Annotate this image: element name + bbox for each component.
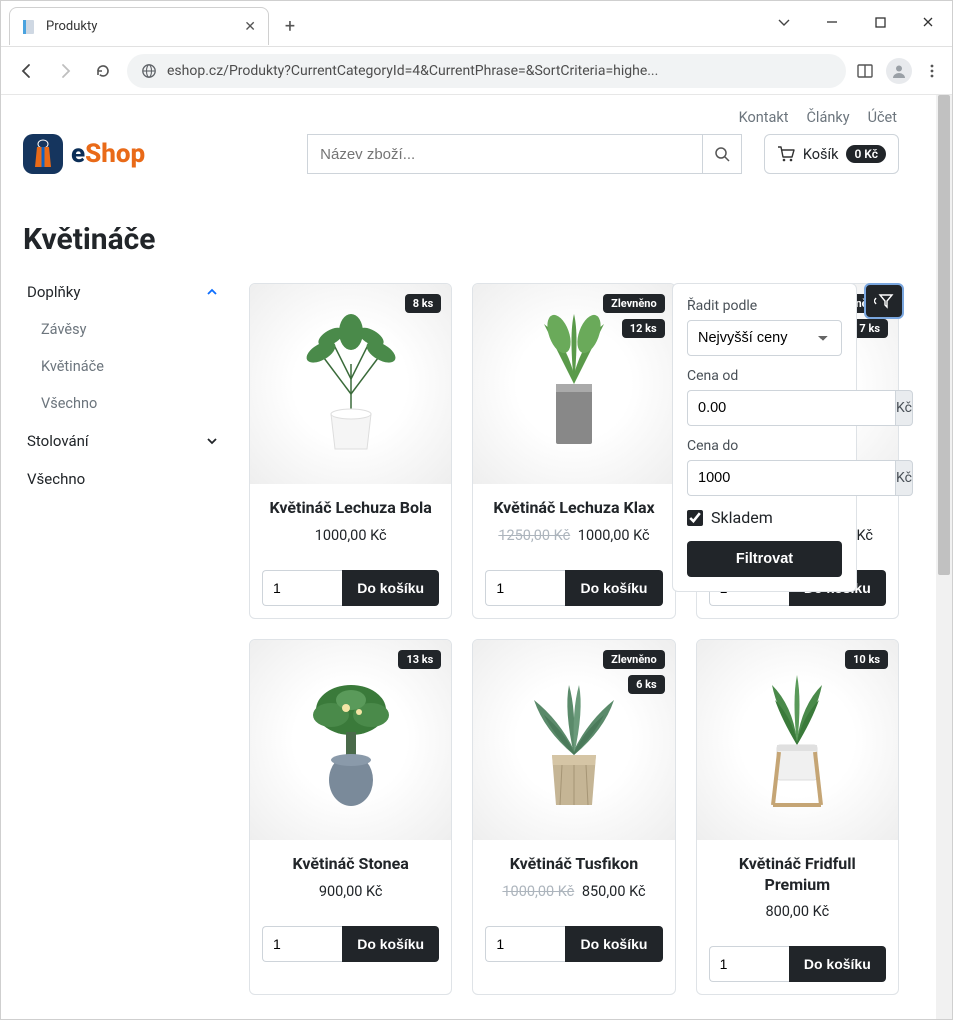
product-card[interactable]: Zlevněno6 ksKvětináč Tusfikon1000,00 Kč … xyxy=(472,639,675,996)
kebab-menu-icon[interactable] xyxy=(924,63,940,79)
nav-kontakt[interactable]: Kontakt xyxy=(739,109,789,126)
add-to-cart-button[interactable]: Do košíku xyxy=(342,926,439,962)
product-card[interactable]: 10 ks Květináč Fridfull Premium 800,00 Kč D… xyxy=(696,639,899,996)
quantity-input[interactable] xyxy=(262,570,342,606)
stock-badge: 12 ks xyxy=(622,319,665,338)
window-close-icon[interactable] xyxy=(910,7,946,37)
price: 800,00 Kč xyxy=(765,903,829,920)
old-price: 1250,00 Kč xyxy=(498,527,570,544)
sidebar-cat-stolovani[interactable]: Stolování xyxy=(23,422,223,460)
product-image: 10 ks xyxy=(697,640,898,840)
price-from-label: Cena od xyxy=(687,368,842,384)
stock-badge: 10 ks xyxy=(845,650,888,669)
url-field[interactable]: eshop.cz/Produkty?CurrentCategoryId=4&Cu… xyxy=(127,54,846,88)
nav-back-button[interactable] xyxy=(13,57,41,85)
cart-amount-badge: 0 Kč xyxy=(846,145,886,163)
cart-icon xyxy=(777,146,795,162)
price-from-input[interactable] xyxy=(687,390,895,426)
profile-avatar-icon[interactable] xyxy=(886,58,912,84)
top-nav: Kontakt Články Účet xyxy=(23,95,899,126)
product-name: Květináč Tusfikon xyxy=(485,854,662,875)
browser-tab[interactable]: Produkty ✕ xyxy=(9,7,269,45)
add-to-cart-button[interactable]: Do košíku xyxy=(565,570,662,606)
logo-icon xyxy=(23,134,63,174)
nav-clanky[interactable]: Články xyxy=(806,109,849,126)
product-name: Květináč Stonea xyxy=(262,854,439,875)
product-card[interactable]: Zlevněno 12 ks Květináč Lechuza Klax 1250,0… xyxy=(472,283,675,619)
product-card[interactable]: 13 ks Květináč Stonea 900,00 Kč Do košíku xyxy=(249,639,452,996)
stock-badge: 6 ks xyxy=(628,675,665,694)
nav-reload-button[interactable] xyxy=(89,57,117,85)
filter-panel: Řadit podle Nejvyšší ceny Cena od Kč Cen… xyxy=(672,283,857,592)
sidebar-sub-zavesy[interactable]: Závěsy xyxy=(23,311,223,348)
price: 900,00 Kč xyxy=(319,883,383,900)
browser-address-bar: eshop.cz/Produkty?CurrentCategoryId=4&Cu… xyxy=(1,47,952,95)
product-image: 8 ks xyxy=(250,284,451,484)
search-button[interactable] xyxy=(702,134,742,174)
quantity-input[interactable] xyxy=(485,570,565,606)
add-to-cart-button[interactable]: Do košíku xyxy=(342,570,439,606)
price: 850,00 Kč xyxy=(582,883,646,900)
chevron-down-icon xyxy=(205,434,219,448)
window-minimize-icon[interactable] xyxy=(814,7,850,37)
quantity-input[interactable] xyxy=(709,946,789,982)
panel-icon[interactable] xyxy=(856,62,874,80)
page-scrollbar[interactable] xyxy=(936,95,952,1019)
site-logo[interactable]: eShop xyxy=(23,134,145,174)
old-price: 1000,00 Kč xyxy=(502,883,574,900)
cart-label: Košík xyxy=(803,146,839,163)
browser-titlebar: Produkty ✕ + xyxy=(1,1,952,47)
product-card[interactable]: 8 ks Květináč Lechuza Bola 1000,00 Kč Do ko… xyxy=(249,283,452,619)
window-caret-down-icon[interactable] xyxy=(766,7,802,37)
sidebar-cat-doplnky[interactable]: Doplňky xyxy=(23,283,223,311)
new-tab-button[interactable]: + xyxy=(275,11,305,41)
product-image: Zlevněno 12 ks xyxy=(473,284,674,484)
product-image: 13 ks xyxy=(250,640,451,840)
discount-badge: Zlevněno xyxy=(603,294,665,313)
page-title: Květináče xyxy=(23,222,899,257)
currency-suffix: Kč xyxy=(895,390,913,426)
sort-label: Řadit podle xyxy=(687,298,842,314)
product-name: Květináč Lechuza Bola xyxy=(262,498,439,519)
product-image: Zlevněno 6 ks xyxy=(473,640,674,840)
filter-toggle-button[interactable] xyxy=(864,283,904,319)
add-to-cart-button[interactable]: Do košíku xyxy=(789,946,886,982)
sidebar-all[interactable]: Všechno xyxy=(23,460,223,498)
chevron-up-icon xyxy=(205,285,219,299)
price-to-label: Cena do xyxy=(687,438,842,454)
cart-button[interactable]: Košík 0 Kč xyxy=(764,134,899,174)
nav-ucet[interactable]: Účet xyxy=(868,109,897,126)
stock-badge: 8 ks xyxy=(405,294,442,313)
add-to-cart-button[interactable]: Do košíku xyxy=(565,926,662,962)
nav-forward-button[interactable] xyxy=(51,57,79,85)
sidebar-sub-vsechno[interactable]: Všechno xyxy=(23,385,223,422)
tab-title: Produkty xyxy=(46,19,236,34)
sort-select[interactable]: Nejvyšší ceny xyxy=(687,320,842,356)
price: 1000,00 Kč xyxy=(578,527,650,544)
price: 1000,00 Kč xyxy=(315,527,387,544)
filter-apply-button[interactable]: Filtrovat xyxy=(687,541,842,577)
product-name: Květináč Lechuza Klax xyxy=(485,498,662,519)
globe-icon xyxy=(141,63,157,79)
discount-badge: Zlevněno xyxy=(603,650,665,669)
tab-close-icon[interactable]: ✕ xyxy=(244,19,256,35)
price-to-input[interactable] xyxy=(687,460,895,496)
quantity-input[interactable] xyxy=(485,926,565,962)
url-text: eshop.cz/Produkty?CurrentCategoryId=4&Cu… xyxy=(167,63,832,79)
category-sidebar: Doplňky Závěsy Květináče Všechno Stolová… xyxy=(23,283,223,498)
quantity-input[interactable] xyxy=(262,926,342,962)
tab-favicon xyxy=(22,19,38,35)
search-icon xyxy=(714,146,730,162)
stock-badge: 13 ks xyxy=(398,650,441,669)
instock-checkbox[interactable]: Skladem xyxy=(687,508,842,527)
search-input[interactable] xyxy=(307,134,702,174)
window-maximize-icon[interactable] xyxy=(862,7,898,37)
currency-suffix: Kč xyxy=(895,460,913,496)
product-name: Květináč Fridfull Premium xyxy=(709,854,886,896)
sidebar-sub-kvetinace[interactable]: Květináče xyxy=(23,348,223,385)
